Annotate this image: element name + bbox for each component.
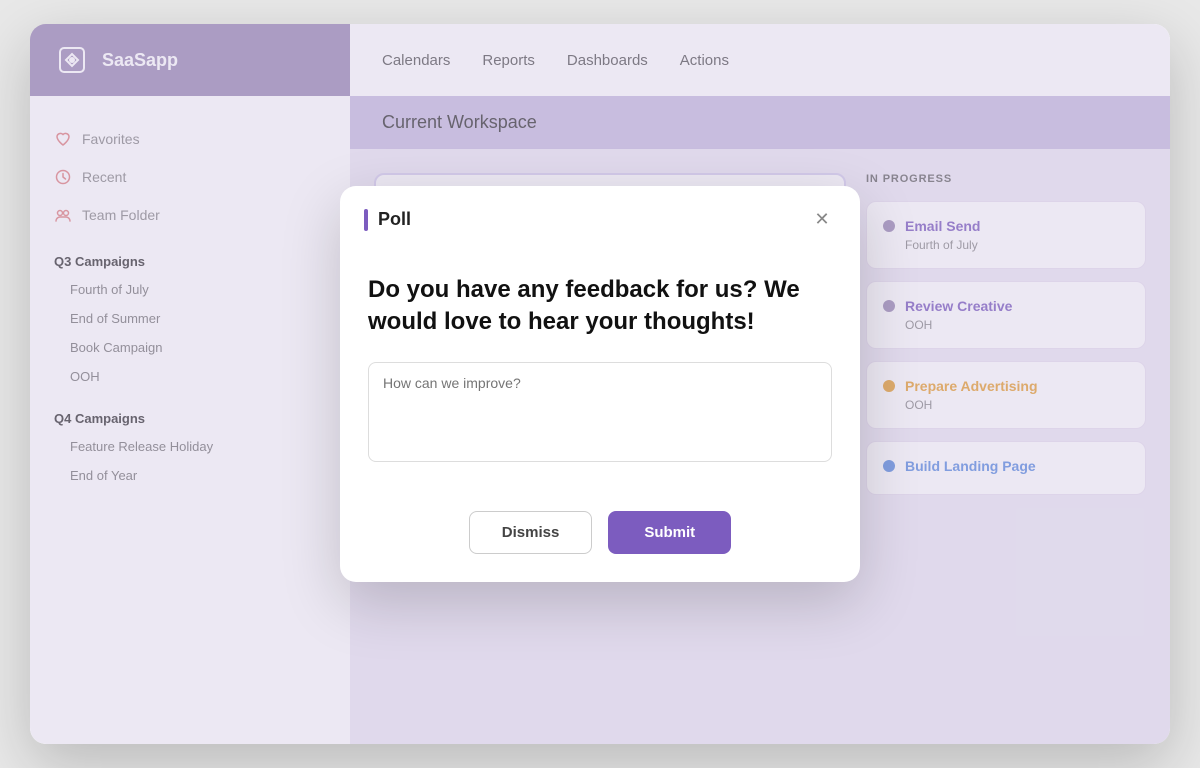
modal-overlay: Poll ✕ Do you have any feedback for us? …	[30, 24, 1170, 744]
modal-body: Do you have any feedback for us? We woul…	[340, 250, 860, 492]
dismiss-button[interactable]: Dismiss	[469, 511, 593, 554]
modal-accent-bar	[364, 209, 368, 231]
feedback-textarea[interactable]	[368, 362, 832, 462]
modal-title-bar: Poll	[364, 209, 411, 231]
modal-close-button[interactable]: ✕	[808, 206, 836, 234]
modal-footer: Dismiss Submit	[340, 491, 860, 582]
modal-title: Poll	[378, 209, 411, 230]
app-window: SaaSapp Calendars Reports Dashboards Act…	[30, 24, 1170, 744]
modal-header: Poll ✕	[340, 186, 860, 250]
modal-question: Do you have any feedback for us? We woul…	[368, 274, 832, 339]
submit-button[interactable]: Submit	[608, 511, 731, 554]
poll-modal: Poll ✕ Do you have any feedback for us? …	[340, 186, 860, 583]
